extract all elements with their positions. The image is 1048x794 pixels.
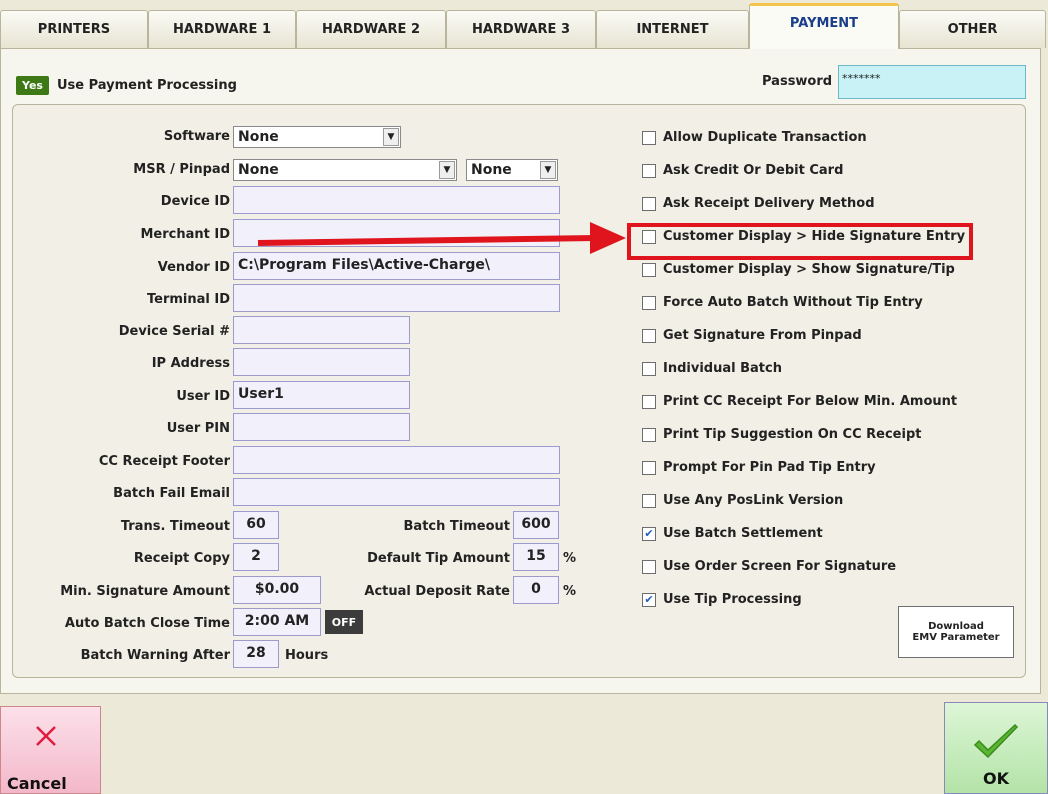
cancel-button[interactable]: Cancel — [0, 706, 101, 794]
download-line-2: EMV Parameter — [912, 632, 1000, 643]
annotation-arrow-icon — [257, 222, 626, 254]
cancel-label: Cancel — [7, 774, 67, 793]
download-emv-button[interactable]: Download EMV Parameter — [898, 606, 1014, 658]
tab-payment[interactable]: PAYMENT — [749, 3, 899, 49]
download-line-1: Download — [928, 621, 984, 632]
checkmark-icon — [973, 723, 1019, 759]
ok-button[interactable]: OK — [944, 702, 1048, 794]
close-icon — [36, 726, 56, 746]
ok-label: OK — [983, 769, 1009, 788]
